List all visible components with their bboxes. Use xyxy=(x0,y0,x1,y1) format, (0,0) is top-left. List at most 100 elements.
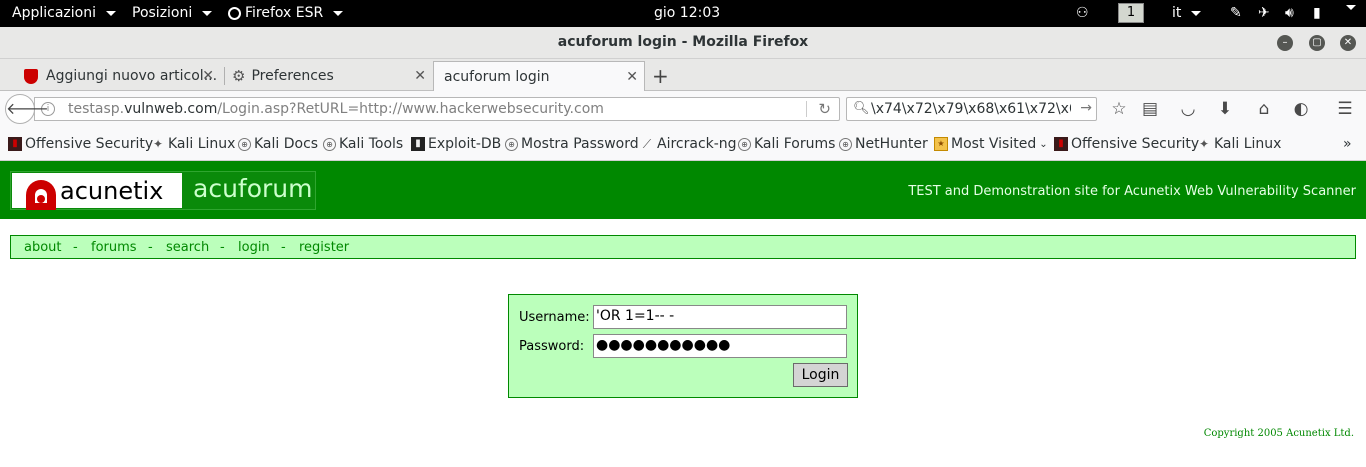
bookmark-label: Offensive Security xyxy=(25,136,154,152)
bookmark-kali-tools[interactable]: ⊕ Kali Tools xyxy=(323,136,403,152)
bookmark-label: Kali Docs xyxy=(254,136,319,152)
bookmark-mostra-password[interactable]: ⊕ Mostra Password xyxy=(505,136,639,152)
bookmark-label: Kali Linux xyxy=(1214,136,1282,152)
tab-wordpress[interactable]: Aggiungi nuovo articol... ✕ xyxy=(18,61,220,91)
system-menu[interactable] xyxy=(1340,5,1356,10)
bookmark-label: Kali Linux xyxy=(168,136,236,152)
home-icon[interactable]: ⌂ xyxy=(1253,99,1275,119)
bookmark-offensive-security[interactable]: ▮ Offensive Security xyxy=(8,136,153,152)
bookmark-kali-forums[interactable]: ⊕ Kali Forums xyxy=(738,136,835,152)
maximize-button[interactable]: ▢ xyxy=(1309,35,1325,51)
globe-icon: ⊕ xyxy=(505,137,518,151)
menu-separator: - xyxy=(148,240,153,255)
star-icon[interactable]: ☆ xyxy=(1108,99,1130,119)
tab-strip: Aggiungi nuovo articol... ✕ ⚙ Preference… xyxy=(0,59,1366,91)
bookmark-label: NetHunter xyxy=(855,136,928,152)
bookmark-most-visited[interactable]: ★ Most Visited ⌄ xyxy=(934,136,1048,152)
bookmark-label: Most Visited xyxy=(951,136,1037,152)
aircrack-icon: ⟋ xyxy=(642,137,652,151)
site-logo[interactable]: acunetix acuforum xyxy=(10,171,316,210)
workspace-indicator[interactable]: 1 xyxy=(1118,3,1144,23)
airplane-icon[interactable]: ✈ xyxy=(1258,5,1270,21)
bookmark-kali-linux[interactable]: ✦ Kali Linux xyxy=(151,136,236,152)
globe-icon: ⊕ xyxy=(738,137,751,151)
tab-acuforum-login[interactable]: acuforum login ✕ xyxy=(433,61,645,91)
people-icon[interactable]: ⚇ xyxy=(1076,5,1089,21)
gear-icon: ⚙ xyxy=(232,67,246,85)
menu-link-search[interactable]: search xyxy=(166,240,209,255)
bookmarks-overflow-chevron-icon[interactable]: » xyxy=(1343,136,1352,152)
volume-icon[interactable]: 🔊︎ xyxy=(1285,5,1294,21)
minimize-button[interactable]: – xyxy=(1277,35,1293,51)
bookmark-aircrack-ng[interactable]: ⟋ Aircrack-ng xyxy=(640,136,737,152)
window-titlebar: acuforum login - Mozilla Firefox – ▢ ✕ xyxy=(0,27,1366,59)
arrow-left-icon: 🡐 xyxy=(6,99,49,118)
tab-label: acuforum login xyxy=(444,68,550,85)
username-field[interactable]: 'OR 1=1-- - xyxy=(593,305,847,329)
bookmark-nethunter[interactable]: ⊕ NetHunter xyxy=(839,136,928,152)
language-menu[interactable]: it xyxy=(1172,5,1202,21)
download-icon[interactable]: ⬇ xyxy=(1214,99,1236,119)
chevron-down-icon xyxy=(1346,5,1356,10)
bookmark-label: Aircrack-ng xyxy=(657,136,737,152)
copyright-text: Copyright 2005 Acunetix Ltd. xyxy=(1203,428,1354,439)
extension-icon[interactable]: ◐ xyxy=(1290,99,1312,119)
search-input[interactable]: \x74\x72\x79\x68\x61\x72\x64\x65 xyxy=(871,101,1071,117)
bookmark-label: Mostra Password xyxy=(521,136,639,152)
acunetix-mark-icon xyxy=(26,176,56,210)
gnome-top-bar: Applicazioni Posizioni Firefox ESR gio 1… xyxy=(0,0,1366,27)
chevron-down-icon xyxy=(333,10,344,16)
offensive-security-icon: ▮ xyxy=(8,137,22,151)
url-text[interactable]: testasp.vulnweb.com/Login.asp?RetURL=htt… xyxy=(68,101,604,117)
folder-icon: ★ xyxy=(934,137,948,151)
bookmark-label: Kali Forums xyxy=(754,136,836,152)
acunetix-wordmark: acunetix xyxy=(60,176,164,205)
places-label: Posizioni xyxy=(132,5,193,21)
url-prefix: testasp. xyxy=(68,101,125,117)
site-header: acunetix acuforum TEST and Demonstration… xyxy=(0,161,1366,219)
exploit-db-icon: ▮ xyxy=(411,137,425,151)
close-window-button[interactable]: ✕ xyxy=(1340,35,1356,51)
close-tab-icon[interactable]: ✕ xyxy=(626,69,638,85)
battery-icon[interactable]: ▮ xyxy=(1313,5,1321,21)
search-bar[interactable]: 🔍︎ \x74\x72\x79\x68\x61\x72\x64\x65 → xyxy=(846,97,1097,121)
bookmark-kali-docs[interactable]: ⊕ Kali Docs xyxy=(238,136,318,152)
url-bar[interactable]: i testasp.vulnweb.com/Login.asp?RetURL=h… xyxy=(34,97,840,121)
bookmark-offensive-security-2[interactable]: ▮ Offensive Security xyxy=(1054,136,1199,152)
site-tagline: TEST and Demonstration site for Acunetix… xyxy=(908,184,1356,199)
new-tab-button[interactable]: + xyxy=(652,61,674,91)
menu-link-forums[interactable]: forums xyxy=(91,240,137,255)
arrow-right-icon[interactable]: → xyxy=(1080,100,1092,116)
login-button[interactable]: Login xyxy=(793,363,848,387)
pocket-icon[interactable]: ◡ xyxy=(1177,99,1199,119)
menu-separator: - xyxy=(220,240,225,255)
menu-separator: - xyxy=(281,240,286,255)
tab-preferences[interactable]: ⚙ Preferences ✕ xyxy=(226,61,432,91)
language-label: it xyxy=(1172,5,1182,21)
globe-icon: ⊕ xyxy=(323,137,336,151)
bookmark-exploit-db[interactable]: ▮ Exploit-DB xyxy=(411,136,501,152)
password-field[interactable]: ●●●●●●●●●●● xyxy=(593,334,847,358)
menu-link-register[interactable]: register xyxy=(299,240,349,255)
reload-icon[interactable]: ↻ xyxy=(818,100,831,118)
url-path: /Login.asp?RetURL=http://www.hackerwebse… xyxy=(217,101,604,117)
password-label: Password: xyxy=(519,339,585,354)
menu-link-login[interactable]: login xyxy=(238,240,270,255)
places-menu[interactable]: Posizioni xyxy=(132,5,213,21)
applications-menu[interactable]: Applicazioni xyxy=(12,5,116,21)
menu-link-about[interactable]: about xyxy=(24,240,62,255)
hamburger-menu-icon[interactable]: ☰ xyxy=(1334,99,1356,119)
firefox-icon xyxy=(228,6,241,20)
pen-icon[interactable]: ✎ xyxy=(1230,5,1242,21)
applications-label: Applicazioni xyxy=(12,5,96,21)
bookmark-label: Offensive Security xyxy=(1071,136,1200,152)
back-button[interactable]: 🡐 xyxy=(5,94,49,124)
login-form: Username: 'OR 1=1-- - Password: ●●●●●●●●… xyxy=(508,294,858,398)
window-title: acuforum login - Mozilla Firefox xyxy=(557,34,809,50)
bookmark-kali-linux-2[interactable]: ✦ Kali Linux xyxy=(1197,136,1282,152)
clock[interactable]: gio 12:03 xyxy=(654,5,720,21)
app-menu[interactable]: Firefox ESR xyxy=(228,5,344,21)
reader-list-icon[interactable]: ▤ xyxy=(1139,99,1161,119)
close-tab-icon[interactable]: ✕ xyxy=(414,68,426,84)
close-tab-icon[interactable]: ✕ xyxy=(202,68,214,84)
